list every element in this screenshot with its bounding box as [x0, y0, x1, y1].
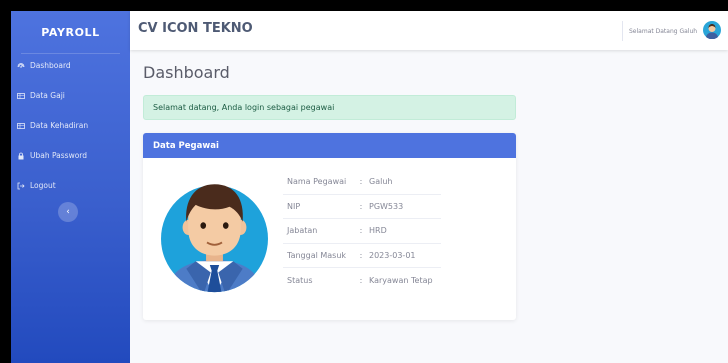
field-separator: :: [353, 194, 369, 220]
sidebar-item-label: Logout: [30, 181, 56, 190]
app-title: CV ICON TEKNO: [138, 21, 253, 36]
field-value: HRD: [369, 218, 441, 244]
field-separator: :: [359, 275, 363, 285]
employee-card: Data Pegawai Nama Pegawai: Galuh NIP: …: [143, 133, 516, 320]
table-row: Status : Karyawan Tetap: [283, 268, 441, 292]
dashboard-icon: [17, 62, 25, 68]
field-separator: :: [353, 170, 369, 195]
topbar: CV ICON TEKNO Selamat Datang Galuh: [130, 11, 728, 50]
sidebar-item-label: Data Gaji: [30, 91, 65, 100]
sidebar-item-dashboard[interactable]: Dashboard: [17, 61, 71, 70]
field-value: Galuh: [369, 170, 441, 195]
field-value: 2023-03-01: [369, 243, 441, 269]
sidebar: PAYROLL Dashboard Data Gaji Data Kehadir…: [11, 11, 130, 363]
user-avatar-icon[interactable]: [703, 21, 721, 39]
app-frame: PAYROLL Dashboard Data Gaji Data Kehadir…: [11, 11, 728, 363]
logout-icon: [17, 182, 25, 189]
field-label: Nama Pegawai: [283, 170, 353, 195]
table-icon: [17, 122, 25, 129]
sidebar-toggle-button[interactable]: ‹: [58, 202, 78, 222]
table-row: Tanggal Masuk : 2023-03-01: [283, 243, 441, 269]
table-row: NIP : PGW533: [283, 194, 441, 220]
table-row: Nama Pegawai : Galuh: [283, 170, 441, 195]
card-header: Data Pegawai: [143, 133, 516, 158]
table-icon: [17, 92, 25, 99]
sidebar-item-data-kehadiran[interactable]: Data Kehadiran: [17, 121, 88, 130]
sidebar-divider: [21, 53, 120, 54]
sidebar-item-logout[interactable]: Logout: [17, 181, 56, 190]
employee-avatar: [161, 184, 268, 293]
field-label: NIP: [283, 194, 353, 220]
employee-info-table: Nama Pegawai : Galuh NIP : PGW533 Jabata…: [283, 170, 441, 292]
sidebar-item-data-gaji[interactable]: Data Gaji: [17, 91, 65, 100]
lock-icon: [18, 152, 24, 159]
sidebar-item-label: Data Kehadiran: [30, 121, 89, 130]
user-welcome-text[interactable]: Selamat Datang Galuh: [629, 28, 697, 35]
field-separator: :: [353, 218, 369, 244]
field-separator: :: [353, 243, 369, 269]
topbar-divider: [622, 21, 623, 41]
field-label: Tanggal Masuk: [283, 243, 353, 269]
alert-text: Selamat datang, Anda login sebagai pegaw…: [153, 103, 335, 112]
table-row: Jabatan : HRD: [283, 218, 441, 244]
sidebar-brand[interactable]: PAYROLL: [11, 11, 130, 53]
field-value: PGW533: [369, 194, 441, 220]
field-label: Status: [287, 275, 313, 285]
card-title: Data Pegawai: [153, 140, 219, 151]
sidebar-item-ubah-password[interactable]: Ubah Password: [17, 151, 87, 160]
welcome-alert: Selamat datang, Anda login sebagai pegaw…: [143, 95, 516, 120]
sidebar-item-label: Ubah Password: [30, 151, 88, 160]
field-value: Karyawan Tetap: [369, 275, 433, 285]
chevron-left-icon: ‹: [66, 207, 70, 217]
sidebar-item-label: Dashboard: [30, 61, 71, 70]
page-title: Dashboard: [143, 63, 230, 82]
field-label: Jabatan: [283, 218, 353, 244]
